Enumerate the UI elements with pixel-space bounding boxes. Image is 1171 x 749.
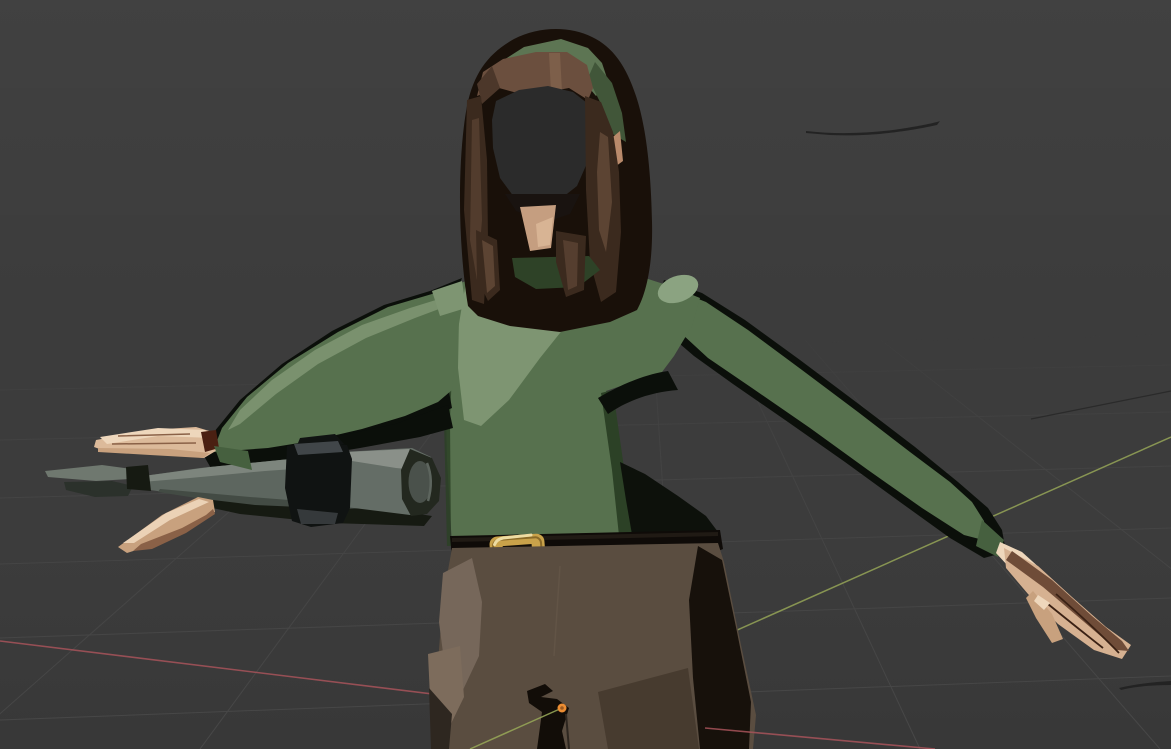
origin-point	[558, 704, 567, 713]
viewport-canvas[interactable]	[0, 0, 1171, 749]
viewport[interactable]	[0, 0, 1171, 749]
pants[interactable]	[428, 543, 756, 749]
face[interactable]	[492, 86, 591, 204]
hair-front-seam	[549, 53, 562, 92]
head[interactable]	[460, 29, 652, 332]
rifle-muzzle-notch	[126, 465, 151, 491]
origin-dot-core	[560, 706, 564, 710]
